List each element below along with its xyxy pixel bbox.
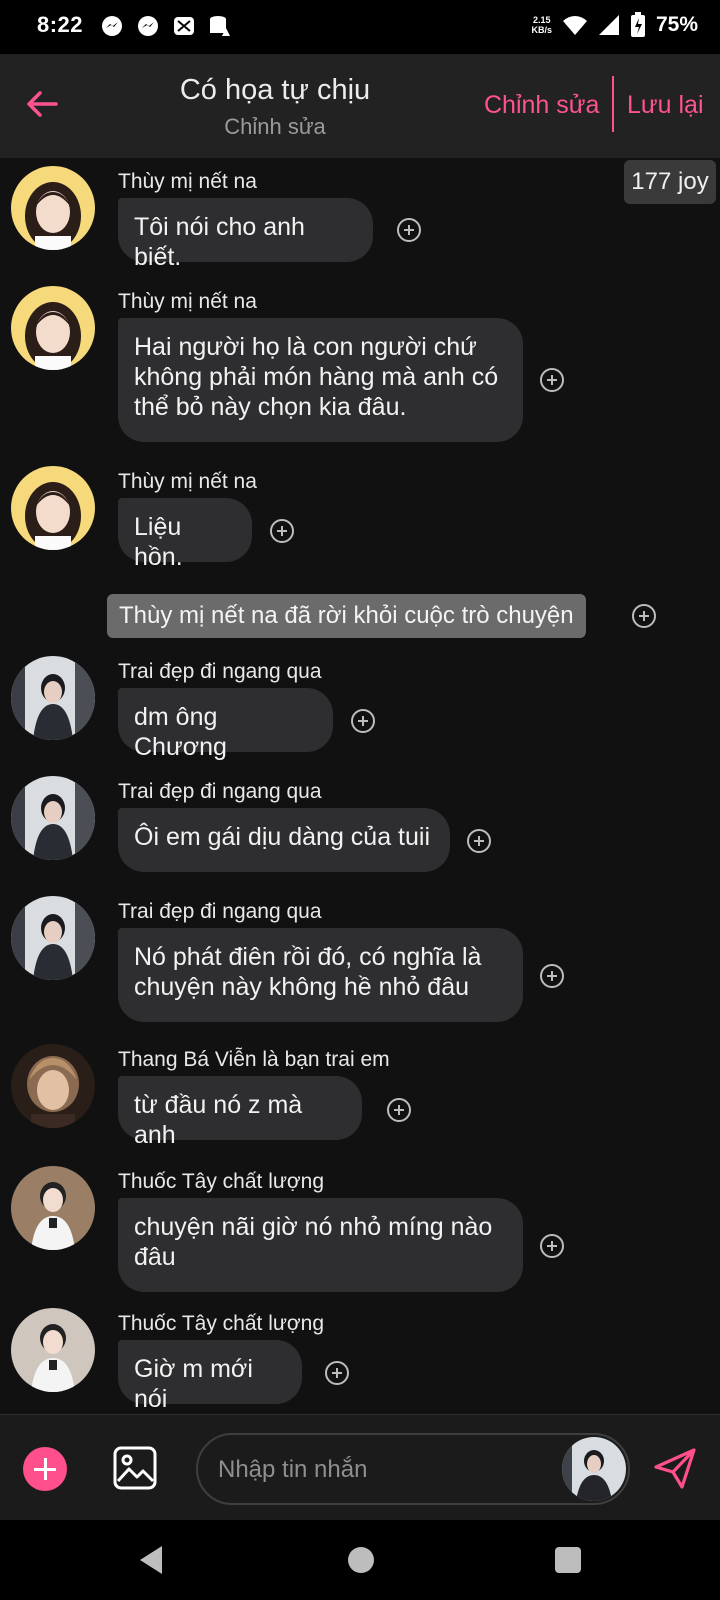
- message-bubble[interactable]: Nó phát điên rồi đó, có nghĩa là chuyện …: [118, 928, 523, 1022]
- message-text-line: không phải món hàng mà anh có: [134, 363, 499, 391]
- message-bubble[interactable]: Giờ m mới nói: [118, 1340, 302, 1413]
- sender-name: Trai đẹp đi ngang qua: [118, 660, 322, 683]
- nav-recents-icon[interactable]: [555, 1547, 581, 1573]
- network-speed: 2.15 KB/s: [531, 15, 552, 35]
- message-bubble[interactable]: Tôi nói cho anh biết.: [118, 198, 373, 271]
- message-text-line: chuyện nãi giờ nó nhỏ míng nào: [134, 1213, 493, 1241]
- chat-subtitle: Chỉnh sửa: [224, 114, 326, 139]
- messenger-icon: [102, 16, 122, 36]
- persona-avatar[interactable]: [562, 1437, 626, 1501]
- back-arrow-icon[interactable]: [22, 84, 62, 124]
- avatar[interactable]: [11, 1044, 95, 1128]
- avatar[interactable]: [11, 776, 95, 860]
- react-plus-icon[interactable]: [351, 709, 375, 733]
- nav-home-icon[interactable]: [348, 1547, 374, 1573]
- avatar[interactable]: [11, 1166, 95, 1250]
- network-speed-unit: KB/s: [531, 25, 552, 35]
- sender-name: Thùy mị nết na: [118, 290, 257, 313]
- chat-title: Có họa tự chịu: [179, 74, 371, 106]
- react-plus-icon[interactable]: [540, 964, 564, 988]
- message-input-box[interactable]: [196, 1433, 630, 1505]
- system-notice: Thùy mị nết na đã rời khỏi cuộc trò chuy…: [107, 594, 586, 638]
- react-plus-icon[interactable]: [325, 1361, 349, 1385]
- message-bubble[interactable]: Hai người họ là con người chứ không phải…: [118, 318, 523, 442]
- edit-button[interactable]: Chỉnh sửa: [484, 91, 599, 120]
- message-text: Giờ m mới nói: [134, 1355, 253, 1413]
- sender-name: Trai đẹp đi ngang qua: [118, 900, 322, 923]
- status-bar: 8:22 2.15 KB/s 75%: [0, 0, 720, 54]
- message-text-line: chuyện này không hề nhỏ đâu: [134, 973, 469, 1001]
- react-plus-icon[interactable]: [467, 829, 491, 853]
- message-text-line: đâu: [134, 1243, 176, 1271]
- add-button[interactable]: [23, 1447, 67, 1491]
- react-plus-icon[interactable]: [387, 1098, 411, 1122]
- messenger-icon: [138, 16, 158, 36]
- notification-icons: [100, 14, 232, 38]
- sender-name: Thuốc Tây chất lượng: [118, 1170, 325, 1193]
- message-text: dm ông Chương: [134, 703, 227, 761]
- status-time: 8:22: [37, 12, 84, 37]
- react-plus-icon[interactable]: [540, 368, 564, 392]
- status-right: 2.15 KB/s 75%: [531, 12, 698, 38]
- message-text: Ôi em gái dịu dàng của tuii: [134, 823, 431, 851]
- message-bubble[interactable]: Liệu hồn.: [118, 498, 252, 571]
- send-icon[interactable]: [652, 1445, 698, 1491]
- react-plus-icon[interactable]: [632, 604, 656, 628]
- message-text: Liệu hồn.: [134, 513, 183, 571]
- avatar[interactable]: [11, 656, 95, 740]
- battery-charging-icon: [630, 12, 645, 37]
- avatar[interactable]: [11, 166, 95, 250]
- battery-percent: 75%: [655, 13, 698, 36]
- avatar[interactable]: [11, 466, 95, 550]
- sender-name: Thùy mị nết na: [118, 470, 257, 493]
- image-gallery-icon[interactable]: [112, 1445, 158, 1491]
- message-bubble[interactable]: từ đầu nó z mà anh: [118, 1076, 362, 1149]
- app-notification-icon: [174, 17, 194, 35]
- react-plus-icon[interactable]: [540, 1234, 564, 1258]
- message-text-line: Nó phát điên rồi đó, có nghĩa là: [134, 943, 482, 971]
- react-plus-icon[interactable]: [397, 218, 421, 242]
- joy-badge: 177 joy: [624, 160, 716, 204]
- header-divider: [612, 76, 614, 132]
- system-nav-bar: [0, 1520, 720, 1600]
- network-speed-value: 2.15: [532, 15, 551, 25]
- message-bubble[interactable]: dm ông Chương: [118, 688, 333, 761]
- message-text-line: thể bỏ này chọn kia đâu.: [134, 393, 407, 421]
- message-text: từ đầu nó z mà anh: [134, 1091, 303, 1149]
- nav-back-icon[interactable]: [138, 1544, 164, 1576]
- sender-name: Thùy mị nết na: [118, 170, 257, 193]
- message-list[interactable]: Thùy mị nết na Tôi nói cho anh biết. 177…: [0, 158, 720, 1414]
- storage-warning-icon: [210, 16, 230, 36]
- message-text: Tôi nói cho anh biết.: [134, 213, 305, 271]
- message-bubble[interactable]: Ôi em gái dịu dàng của tuii: [118, 808, 450, 872]
- message-bubble[interactable]: chuyện nãi giờ nó nhỏ míng nào đâu: [118, 1198, 523, 1292]
- react-plus-icon[interactable]: [270, 519, 294, 543]
- message-input[interactable]: [216, 1449, 540, 1491]
- sender-name: Trai đẹp đi ngang qua: [118, 780, 322, 803]
- avatar[interactable]: [11, 1308, 95, 1392]
- chat-header: Có họa tự chịu Chỉnh sửa Chỉnh sửa Lưu l…: [0, 54, 720, 158]
- signal-icon: [598, 15, 619, 35]
- wifi-icon: [562, 16, 587, 35]
- message-composer: [0, 1414, 720, 1521]
- sender-name: Thang Bá Viễn là bạn trai em: [118, 1048, 390, 1071]
- avatar[interactable]: [11, 286, 95, 370]
- message-text-line: Hai người họ là con người chứ: [134, 333, 477, 361]
- avatar[interactable]: [11, 896, 95, 980]
- sender-name: Thuốc Tây chất lượng: [118, 1312, 325, 1335]
- save-button[interactable]: Lưu lại: [627, 91, 704, 120]
